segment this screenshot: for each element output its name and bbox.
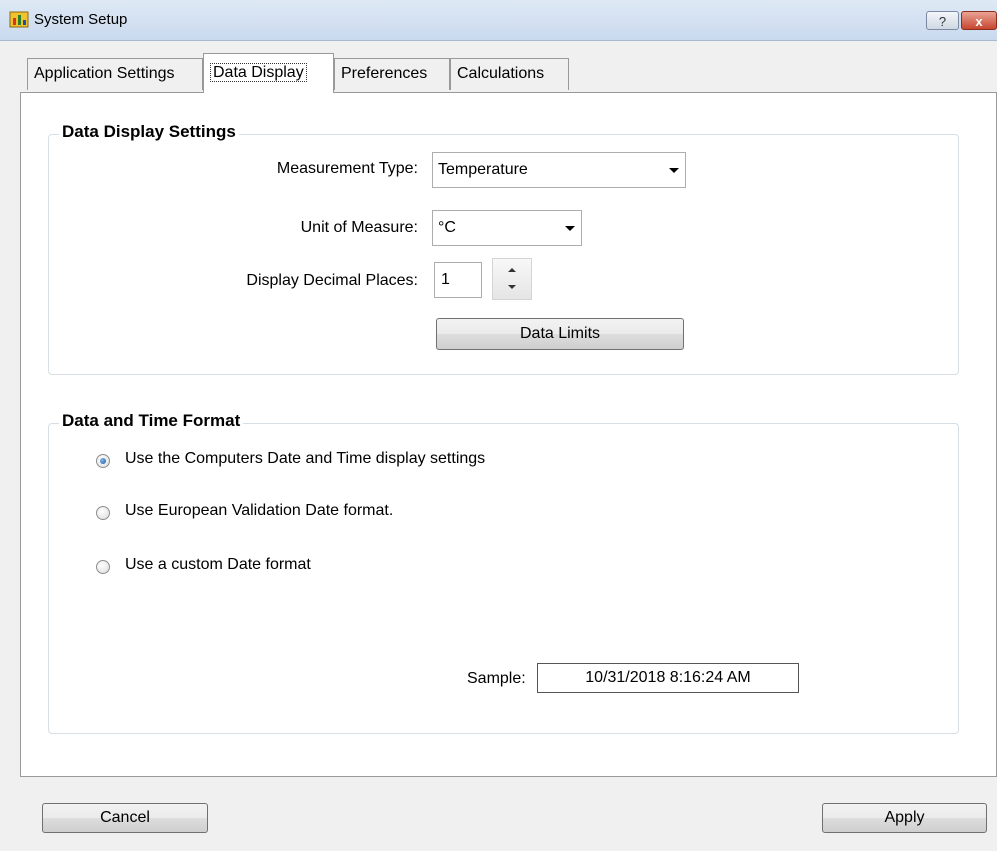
tab-label: Preferences bbox=[341, 65, 428, 82]
cancel-button[interactable]: Cancel bbox=[42, 803, 208, 833]
window-title: System Setup bbox=[34, 11, 128, 28]
decimal-places-label: Display Decimal Places: bbox=[246, 272, 418, 289]
chevron-down-icon bbox=[669, 168, 679, 173]
help-button[interactable]: ? bbox=[926, 11, 959, 30]
tab-application-settings[interactable]: Application Settings bbox=[27, 58, 203, 90]
close-button[interactable]: x bbox=[961, 11, 997, 30]
radio-label: Use the Computers Date and Time display … bbox=[125, 450, 486, 467]
unit-of-measure-dropdown[interactable]: °C bbox=[432, 210, 582, 246]
decimal-places-input[interactable]: 1 bbox=[434, 262, 482, 298]
tab-data-display[interactable]: Data Display bbox=[203, 53, 334, 93]
measurement-type-label: Measurement Type: bbox=[276, 160, 418, 177]
sample-value: 10/31/2018 8:16:24 AM bbox=[537, 663, 799, 693]
radio-button-checked[interactable] bbox=[96, 454, 110, 468]
unit-of-measure-label: Unit of Measure: bbox=[300, 219, 418, 236]
data-limits-button[interactable]: Data Limits bbox=[436, 318, 684, 350]
sample-label: Sample: bbox=[467, 670, 526, 687]
title-bar[interactable]: System Setup ? x bbox=[0, 0, 997, 41]
tab-preferences[interactable]: Preferences bbox=[334, 58, 450, 90]
apply-button[interactable]: Apply bbox=[822, 803, 987, 833]
decimal-places-spinner[interactable] bbox=[492, 258, 532, 300]
tab-label: Application Settings bbox=[34, 65, 175, 82]
spin-up-icon[interactable] bbox=[493, 259, 531, 279]
tab-label: Data Display bbox=[210, 63, 307, 82]
date-time-format-title: Data and Time Format bbox=[59, 411, 244, 431]
tab-calculations[interactable]: Calculations bbox=[450, 58, 569, 90]
app-icon bbox=[9, 11, 29, 28]
measurement-type-value: Temperature bbox=[438, 161, 528, 178]
radio-label: Use European Validation Date format. bbox=[125, 502, 394, 519]
radio-button[interactable] bbox=[96, 560, 110, 574]
tab-label: Calculations bbox=[457, 65, 545, 82]
radio-button[interactable] bbox=[96, 506, 110, 520]
unit-of-measure-value: °C bbox=[438, 219, 456, 236]
measurement-type-dropdown[interactable]: Temperature bbox=[432, 152, 686, 188]
chevron-down-icon bbox=[565, 226, 575, 231]
data-display-settings-title: Data Display Settings bbox=[59, 122, 239, 142]
radio-label: Use a custom Date format bbox=[125, 556, 311, 573]
spin-down-icon[interactable] bbox=[493, 279, 531, 299]
